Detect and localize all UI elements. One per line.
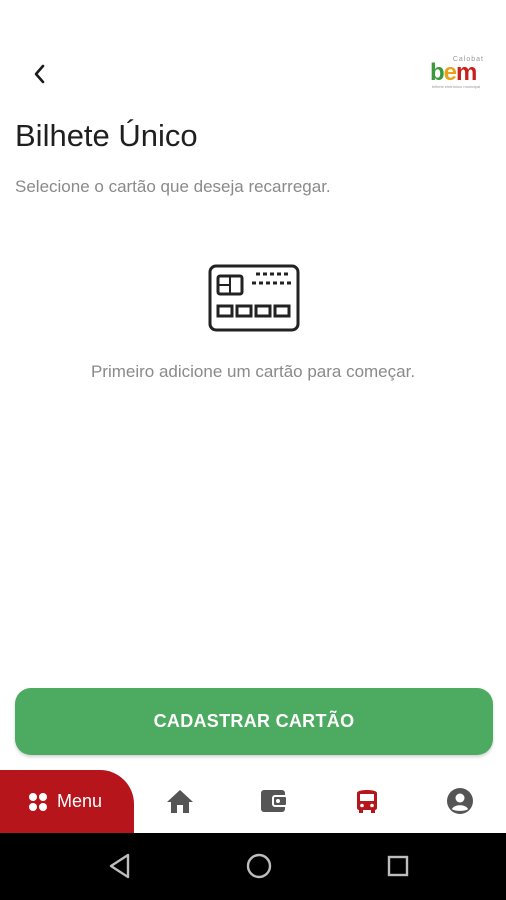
system-home-button[interactable] (242, 849, 276, 883)
menu-label: Menu (57, 791, 103, 811)
brand-tagline: bilhete eletrônico municipal (432, 84, 481, 89)
square-recents-icon (387, 855, 409, 877)
chevron-left-icon (34, 64, 45, 84)
system-nav-bar (0, 833, 506, 900)
empty-state-message: Primeiro adicione um cartão para começar… (90, 362, 416, 381)
nav-home[interactable] (165, 786, 195, 816)
account-icon (447, 788, 473, 814)
grid-dots-icon (29, 792, 47, 811)
nav-account[interactable] (445, 786, 475, 816)
circle-home-icon (246, 853, 272, 879)
home-icon (167, 790, 193, 813)
page-title: Bilhete Único (15, 118, 198, 153)
system-recents-button[interactable] (381, 849, 415, 883)
page-subtitle: Selecione o cartão que deseja recarregar… (15, 177, 331, 196)
credit-card-icon (208, 264, 300, 332)
wallet-icon (261, 790, 288, 812)
nav-wallet[interactable] (259, 786, 289, 816)
triangle-back-icon (109, 853, 130, 879)
menu-button[interactable]: Menu (0, 770, 134, 833)
register-card-button[interactable]: CADASTRAR CARTÃO (15, 688, 493, 755)
nav-bus[interactable] (352, 786, 382, 816)
brand-logo: Calobat bem bilhete eletrônico municipal (430, 56, 484, 89)
back-button[interactable] (24, 58, 56, 90)
bottom-nav: Menu (0, 770, 506, 833)
system-back-button[interactable] (103, 849, 137, 883)
bus-icon (357, 790, 377, 813)
